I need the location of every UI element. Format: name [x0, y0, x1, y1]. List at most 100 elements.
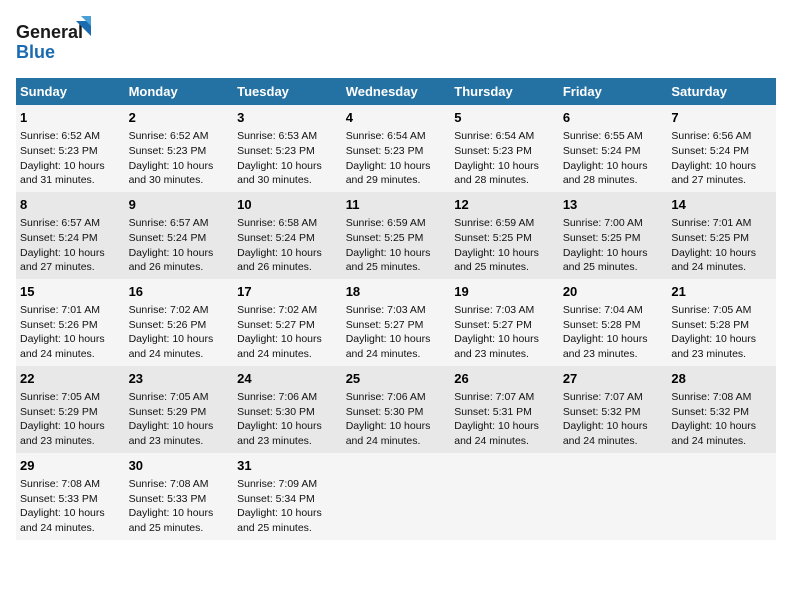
day-info: Sunrise: 7:02 AM Sunset: 5:27 PM Dayligh…	[237, 303, 338, 362]
calendar-day-13: 13 Sunrise: 7:00 AM Sunset: 5:25 PM Dayli…	[559, 192, 668, 279]
day-number: 12	[454, 196, 555, 214]
day-number: 15	[20, 283, 121, 301]
calendar-week-row: 15 Sunrise: 7:01 AM Sunset: 5:26 PM Dayli…	[16, 279, 776, 366]
day-info: Sunrise: 6:59 AM Sunset: 5:25 PM Dayligh…	[346, 216, 447, 275]
day-number: 10	[237, 196, 338, 214]
calendar-day-30: 30 Sunrise: 7:08 AM Sunset: 5:33 PM Dayli…	[125, 453, 234, 540]
calendar-week-row: 1 Sunrise: 6:52 AM Sunset: 5:23 PM Daylig…	[16, 105, 776, 192]
calendar-empty-cell	[667, 453, 776, 540]
calendar-day-17: 17 Sunrise: 7:02 AM Sunset: 5:27 PM Dayli…	[233, 279, 342, 366]
calendar-empty-cell	[559, 453, 668, 540]
calendar-day-14: 14 Sunrise: 7:01 AM Sunset: 5:25 PM Dayli…	[667, 192, 776, 279]
calendar-day-20: 20 Sunrise: 7:04 AM Sunset: 5:28 PM Dayli…	[559, 279, 668, 366]
column-header-friday: Friday	[559, 78, 668, 105]
page-header: GeneralBlue	[16, 16, 776, 66]
column-header-sunday: Sunday	[16, 78, 125, 105]
svg-text:General: General	[16, 22, 83, 42]
day-info: Sunrise: 7:07 AM Sunset: 5:32 PM Dayligh…	[563, 390, 664, 449]
day-info: Sunrise: 7:06 AM Sunset: 5:30 PM Dayligh…	[237, 390, 338, 449]
day-info: Sunrise: 7:09 AM Sunset: 5:34 PM Dayligh…	[237, 477, 338, 536]
column-header-thursday: Thursday	[450, 78, 559, 105]
day-info: Sunrise: 7:01 AM Sunset: 5:25 PM Dayligh…	[671, 216, 772, 275]
calendar-day-4: 4 Sunrise: 6:54 AM Sunset: 5:23 PM Daylig…	[342, 105, 451, 192]
day-number: 29	[20, 457, 121, 475]
calendar-day-27: 27Sunrise: 7:07 AM Sunset: 5:32 PM Dayli…	[559, 366, 668, 453]
day-info: Sunrise: 7:03 AM Sunset: 5:27 PM Dayligh…	[454, 303, 555, 362]
calendar-day-3: 3 Sunrise: 6:53 AM Sunset: 5:23 PM Daylig…	[233, 105, 342, 192]
day-info: Sunrise: 6:56 AM Sunset: 5:24 PM Dayligh…	[671, 129, 772, 188]
logo-icon: GeneralBlue	[16, 16, 96, 66]
day-number: 17	[237, 283, 338, 301]
column-header-saturday: Saturday	[667, 78, 776, 105]
day-info: Sunrise: 6:58 AM Sunset: 5:24 PM Dayligh…	[237, 216, 338, 275]
calendar-day-26: 26Sunrise: 7:07 AM Sunset: 5:31 PM Dayli…	[450, 366, 559, 453]
day-info: Sunrise: 7:08 AM Sunset: 5:33 PM Dayligh…	[20, 477, 121, 536]
day-number: 31	[237, 457, 338, 475]
calendar-day-10: 10 Sunrise: 6:58 AM Sunset: 5:24 PM Dayli…	[233, 192, 342, 279]
day-info: Sunrise: 6:55 AM Sunset: 5:24 PM Dayligh…	[563, 129, 664, 188]
day-number: 18	[346, 283, 447, 301]
day-number: 21	[671, 283, 772, 301]
calendar-day-29: 29 Sunrise: 7:08 AM Sunset: 5:33 PM Dayli…	[16, 453, 125, 540]
calendar-week-row: 29 Sunrise: 7:08 AM Sunset: 5:33 PM Dayli…	[16, 453, 776, 540]
column-header-tuesday: Tuesday	[233, 78, 342, 105]
calendar-day-5: 5 Sunrise: 6:54 AM Sunset: 5:23 PM Daylig…	[450, 105, 559, 192]
day-number: 20	[563, 283, 664, 301]
day-number: 1	[20, 109, 121, 127]
day-number: 6	[563, 109, 664, 127]
day-number: 16	[129, 283, 230, 301]
day-info: Sunrise: 6:57 AM Sunset: 5:24 PM Dayligh…	[20, 216, 121, 275]
column-header-wednesday: Wednesday	[342, 78, 451, 105]
svg-text:Blue: Blue	[16, 42, 55, 62]
calendar-day-2: 2 Sunrise: 6:52 AM Sunset: 5:23 PM Daylig…	[125, 105, 234, 192]
day-info: Sunrise: 6:57 AM Sunset: 5:24 PM Dayligh…	[129, 216, 230, 275]
day-number: 2	[129, 109, 230, 127]
calendar-day-9: 9 Sunrise: 6:57 AM Sunset: 5:24 PM Daylig…	[125, 192, 234, 279]
logo: GeneralBlue	[16, 16, 96, 66]
calendar-day-19: 19 Sunrise: 7:03 AM Sunset: 5:27 PM Dayli…	[450, 279, 559, 366]
day-info: Sunrise: 7:01 AM Sunset: 5:26 PM Dayligh…	[20, 303, 121, 362]
calendar-day-15: 15 Sunrise: 7:01 AM Sunset: 5:26 PM Dayli…	[16, 279, 125, 366]
calendar-day-24: 24 Sunrise: 7:06 AM Sunset: 5:30 PM Dayli…	[233, 366, 342, 453]
day-info: Sunrise: 7:02 AM Sunset: 5:26 PM Dayligh…	[129, 303, 230, 362]
calendar-day-11: 11 Sunrise: 6:59 AM Sunset: 5:25 PM Dayli…	[342, 192, 451, 279]
day-info: Sunrise: 7:04 AM Sunset: 5:28 PM Dayligh…	[563, 303, 664, 362]
day-number: 8	[20, 196, 121, 214]
calendar-day-28: 28Sunrise: 7:08 AM Sunset: 5:32 PM Dayli…	[667, 366, 776, 453]
day-info: Sunrise: 7:08 AM Sunset: 5:33 PM Dayligh…	[129, 477, 230, 536]
day-info: Sunrise: 6:59 AM Sunset: 5:25 PM Dayligh…	[454, 216, 555, 275]
day-number: 11	[346, 196, 447, 214]
calendar-day-31: 31 Sunrise: 7:09 AM Sunset: 5:34 PM Dayli…	[233, 453, 342, 540]
day-info: Sunrise: 6:53 AM Sunset: 5:23 PM Dayligh…	[237, 129, 338, 188]
calendar-body: 1 Sunrise: 6:52 AM Sunset: 5:23 PM Daylig…	[16, 105, 776, 540]
day-info: Sunrise: 7:06 AM Sunset: 5:30 PM Dayligh…	[346, 390, 447, 449]
calendar-empty-cell	[342, 453, 451, 540]
day-number: 25	[346, 370, 447, 388]
day-number: 26	[454, 370, 555, 388]
calendar-day-22: 22Sunrise: 7:05 AM Sunset: 5:29 PM Dayli…	[16, 366, 125, 453]
calendar-week-row: 22Sunrise: 7:05 AM Sunset: 5:29 PM Dayli…	[16, 366, 776, 453]
day-number: 7	[671, 109, 772, 127]
column-header-monday: Monday	[125, 78, 234, 105]
day-info: Sunrise: 6:54 AM Sunset: 5:23 PM Dayligh…	[454, 129, 555, 188]
calendar-day-8: 8 Sunrise: 6:57 AM Sunset: 5:24 PM Daylig…	[16, 192, 125, 279]
day-number: 4	[346, 109, 447, 127]
day-info: Sunrise: 7:05 AM Sunset: 5:28 PM Dayligh…	[671, 303, 772, 362]
calendar-day-1: 1Sunrise: 6:52 AM Sunset: 5:23 PM Daylig…	[16, 105, 125, 192]
day-number: 9	[129, 196, 230, 214]
day-number: 3	[237, 109, 338, 127]
day-number: 14	[671, 196, 772, 214]
day-number: 13	[563, 196, 664, 214]
day-number: 5	[454, 109, 555, 127]
day-number: 19	[454, 283, 555, 301]
day-info: Sunrise: 6:54 AM Sunset: 5:23 PM Dayligh…	[346, 129, 447, 188]
calendar-table: SundayMondayTuesdayWednesdayThursdayFrid…	[16, 78, 776, 540]
day-number: 30	[129, 457, 230, 475]
day-number: 23	[129, 370, 230, 388]
calendar-day-6: 6 Sunrise: 6:55 AM Sunset: 5:24 PM Daylig…	[559, 105, 668, 192]
day-info: Sunrise: 7:00 AM Sunset: 5:25 PM Dayligh…	[563, 216, 664, 275]
calendar-empty-cell	[450, 453, 559, 540]
day-number: 24	[237, 370, 338, 388]
day-info: Sunrise: 6:52 AM Sunset: 5:23 PM Dayligh…	[129, 129, 230, 188]
calendar-day-23: 23Sunrise: 7:05 AM Sunset: 5:29 PM Dayli…	[125, 366, 234, 453]
